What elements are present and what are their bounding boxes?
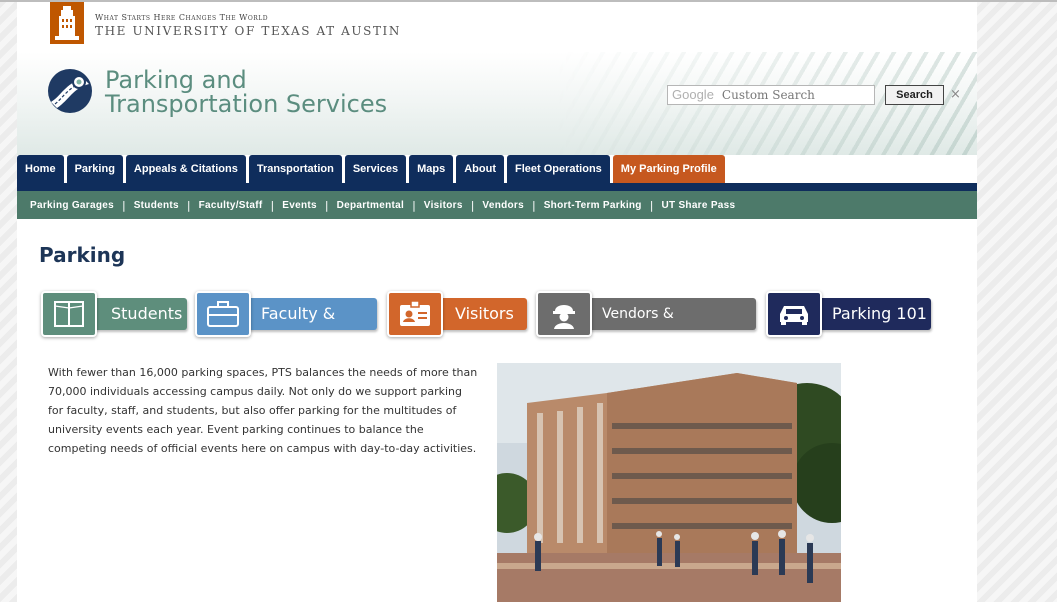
nav-tab-about[interactable]: About <box>456 155 504 183</box>
nav-underline <box>17 183 977 191</box>
category-button-faculty-staff[interactable]: Faculty & Staff <box>195 291 377 355</box>
subnav-faculty-staff[interactable]: Faculty/Staff <box>199 200 263 211</box>
site-banner: Parking and Transportation Services Goog… <box>17 52 977 155</box>
nav-tab-transportation[interactable]: Transportation <box>248 155 342 183</box>
parking-garage-photo <box>497 363 841 602</box>
subnav-separator: | <box>186 198 191 212</box>
site-title[interactable]: Parking and Transportation Services <box>105 68 387 116</box>
car-icon <box>766 291 822 337</box>
search-button[interactable]: Search <box>885 85 944 105</box>
ut-header: What Starts Here Changes The World THE U… <box>17 2 977 52</box>
subnav-students[interactable]: Students <box>134 200 179 211</box>
book-icon <box>41 291 97 337</box>
nav-tab-home[interactable]: Home <box>17 155 64 183</box>
briefcase-icon <box>195 291 251 337</box>
main-nav: Home Parking Appeals & Citations Transpo… <box>17 155 977 183</box>
id-badge-icon <box>387 291 443 337</box>
search-clear-icon[interactable]: × <box>950 87 961 102</box>
subnav-visitors[interactable]: Visitors <box>424 200 463 211</box>
nav-tab-maps[interactable]: Maps <box>409 155 454 183</box>
subnav-separator: | <box>324 198 329 212</box>
ut-tagline: What Starts Here Changes The World <box>95 13 269 22</box>
category-button-students[interactable]: Students <box>41 291 187 339</box>
subnav-separator: | <box>412 198 416 212</box>
subnav-events[interactable]: Events <box>282 200 317 211</box>
sub-nav: Parking Garages | Students | Faculty/Sta… <box>17 191 977 219</box>
ut-name-link[interactable]: THE UNIVERSITY OF TEXAS AT AUSTIN <box>95 24 401 38</box>
site-title-line2: Transportation Services <box>105 90 388 118</box>
category-button-visitors[interactable]: Visitors <box>387 291 527 339</box>
pts-logo-icon[interactable] <box>45 66 95 116</box>
ut-tower-logo-icon[interactable] <box>50 2 84 44</box>
site-title-line1: Parking and <box>105 66 247 94</box>
subnav-separator: | <box>649 198 654 212</box>
search-input[interactable]: Google Custom Search <box>667 85 875 105</box>
nav-tab-appeals-citations[interactable]: Appeals & Citations <box>125 155 246 183</box>
subnav-separator: | <box>470 198 475 212</box>
category-button-vendors-contractors[interactable]: Vendors & Contractors <box>536 291 756 354</box>
nav-tab-parking[interactable]: Parking <box>66 155 123 183</box>
category-button-parking-101[interactable]: Parking 101 <box>766 291 931 339</box>
nav-tab-services[interactable]: Services <box>344 155 407 183</box>
google-label: Google <box>672 87 714 102</box>
subnav-vendors[interactable]: Vendors <box>482 200 524 211</box>
search-placeholder: Custom Search <box>721 88 815 102</box>
subnav-ut-share-pass[interactable]: UT Share Pass <box>661 200 735 211</box>
nav-tab-my-parking-profile[interactable]: My Parking Profile <box>612 155 725 183</box>
subnav-separator: | <box>270 198 275 212</box>
subnav-separator: | <box>121 198 126 212</box>
page-title: Parking <box>39 243 126 267</box>
subnav-short-term-parking[interactable]: Short-Term Parking <box>544 200 642 211</box>
intro-paragraph: With fewer than 16,000 parking spaces, P… <box>48 366 478 455</box>
subnav-departmental[interactable]: Departmental <box>337 200 405 211</box>
nav-tab-fleet-operations[interactable]: Fleet Operations <box>507 155 610 183</box>
subnav-parking-garages[interactable]: Parking Garages <box>30 200 114 211</box>
subnav-separator: | <box>531 198 536 212</box>
hard-hat-worker-icon <box>536 291 592 337</box>
page-container: What Starts Here Changes The World THE U… <box>17 2 977 602</box>
